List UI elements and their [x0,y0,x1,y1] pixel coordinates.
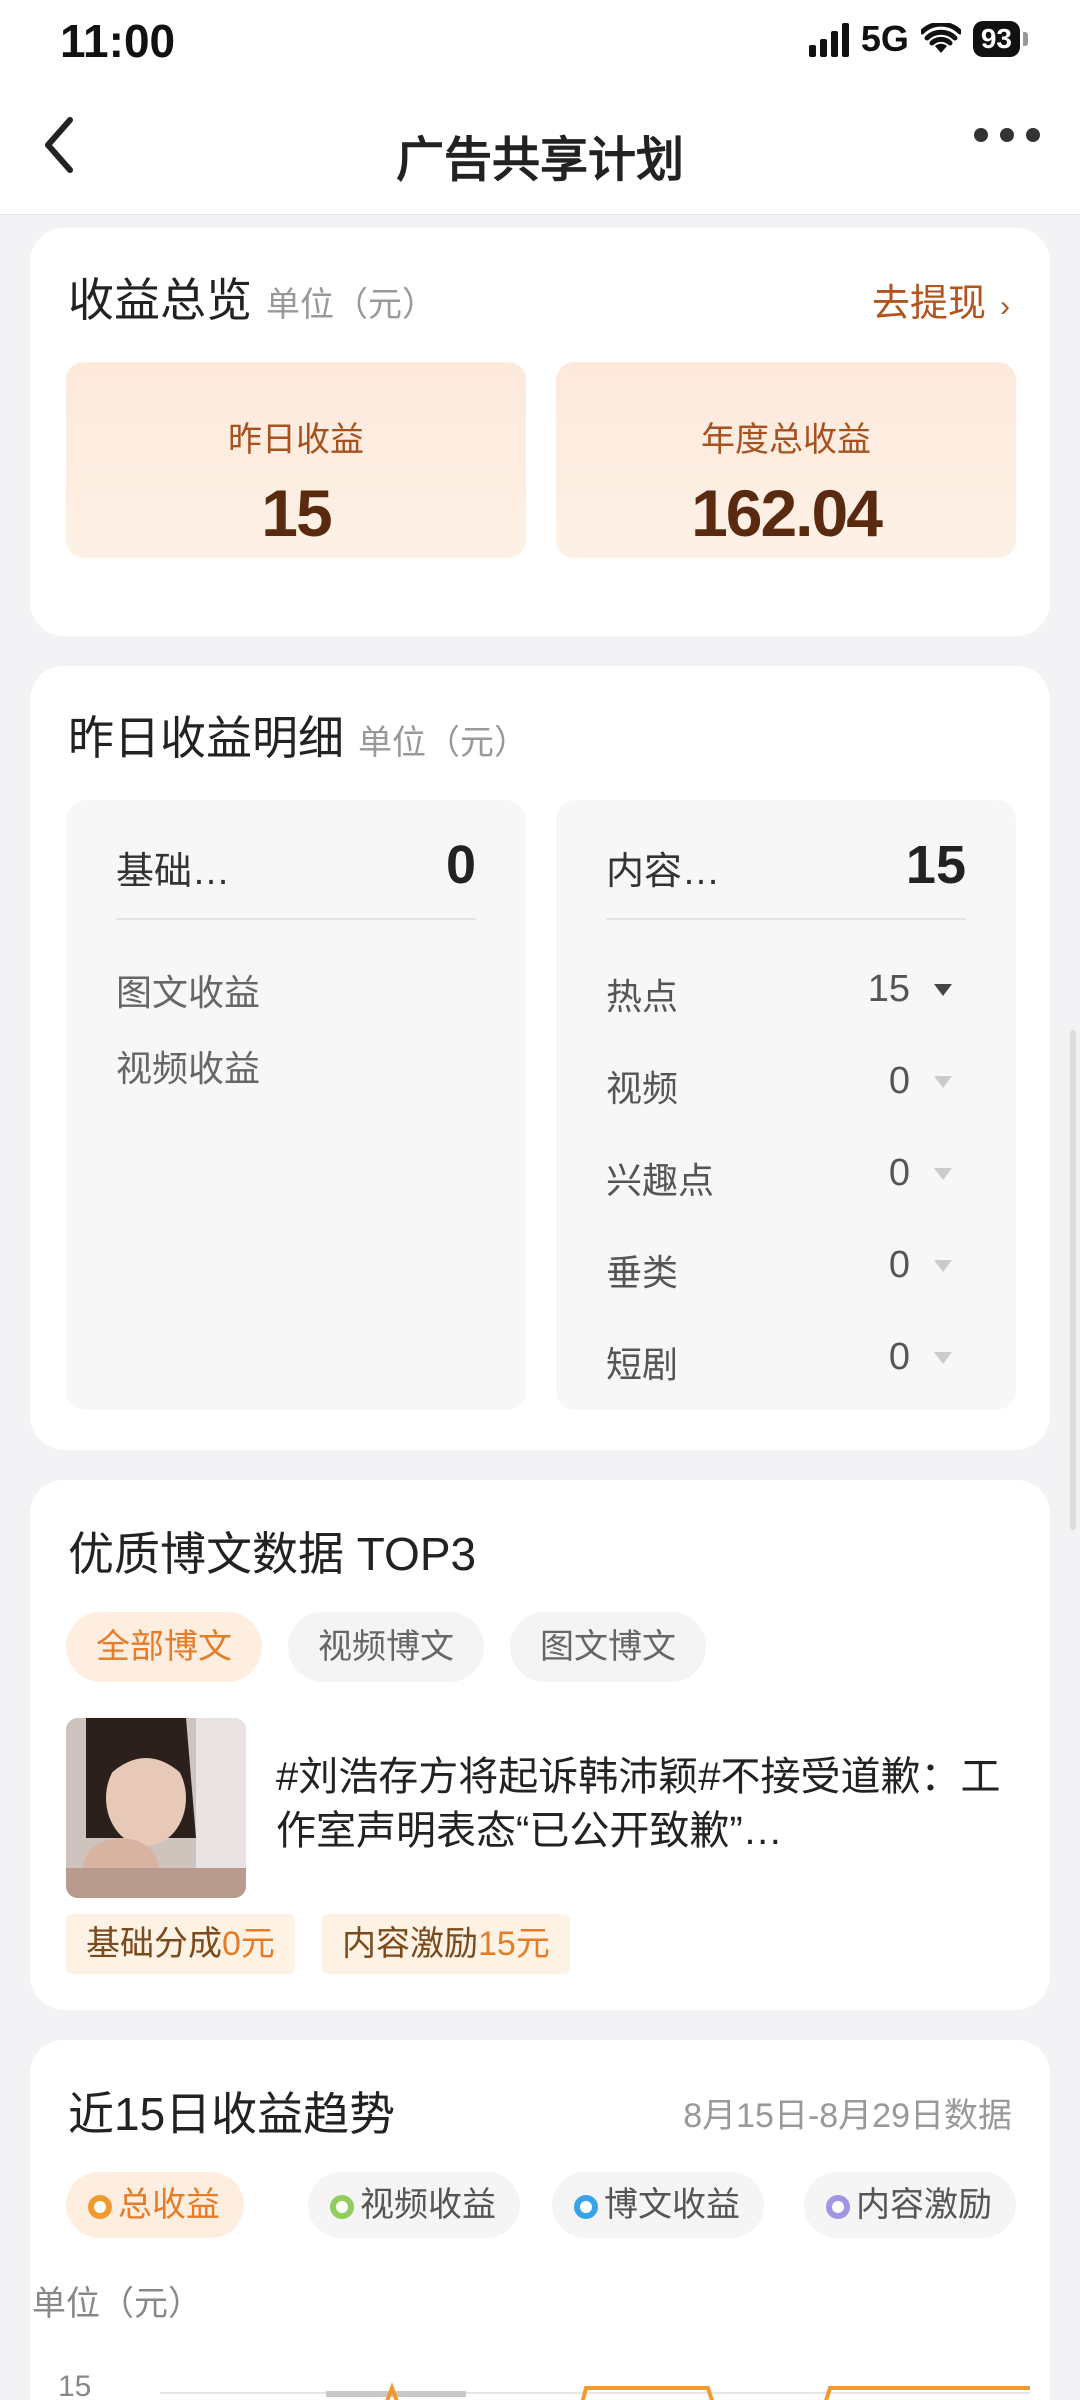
content-incentive-value: 15元 [478,1925,550,1963]
annual-earnings-label: 年度总收益 [701,421,871,459]
legend-label: 内容激励 [856,2186,992,2224]
row-value: 0 [888,1244,910,1286]
row-label: 短剧 [606,1344,679,1385]
more-options-icon[interactable] [974,128,1040,142]
post-thumbnail[interactable] [66,1718,246,1898]
content-earnings-label: 内容… [606,851,721,893]
caret-down-icon[interactable] [934,1260,952,1272]
content-incentive-label: 内容激励 [342,1925,478,1963]
trend-title: 近15日收益趋势 [68,2088,396,2140]
post-thumbnail-image [66,1718,246,1898]
basic-share-tag: 基础分成0元 [66,1914,295,1974]
page-title: 广告共享计划 [395,134,684,187]
detail-unit: 单位（元） [358,724,528,762]
caret-down-icon[interactable] [934,1076,952,1088]
battery-indicator: 93 [972,21,1029,57]
legend-label: 博文收益 [604,2186,740,2224]
annual-earnings-value: 162.04 [691,476,883,550]
yesterday-earnings-value: 15 [261,476,332,550]
annual-earnings-box: 年度总收益 162.04 [556,362,1016,558]
content-row-interest[interactable]: 兴趣点 0 [606,1152,966,1202]
content-earnings-header: 内容… 15 [606,835,966,920]
content-incentive-tag: 内容激励15元 [322,1914,570,1974]
image-text-earnings-label: 图文收益 [116,972,261,1013]
earnings-overview-card: 收益总览 单位（元） 去提现 › 昨日收益 15 年度总收益 162.04 [30,228,1050,636]
content-row-vertical[interactable]: 垂类 0 [606,1244,966,1294]
scrollbar[interactable] [1070,1030,1076,1530]
cellular-signal-icon [808,21,849,57]
tab-video-posts[interactable]: 视频博文 [288,1612,484,1682]
chevron-right-icon: › [1000,290,1010,323]
content-row-hotspot[interactable]: 热点 15 [606,968,966,1018]
row-value: 0 [888,1336,910,1378]
yesterday-detail-card: 昨日收益明细 单位（元） 基础… 0 图文收益 视频收益 内容… 15 热点 15… [30,666,1050,1450]
basic-earnings-panel: 基础… 0 图文收益 视频收益 [66,800,526,1410]
yesterday-earnings-label: 昨日收益 [228,421,364,459]
detail-title: 昨日收益明细 单位（元） [68,702,528,768]
basic-earnings-value: 0 [445,835,476,895]
detail-title-text: 昨日收益明细 [68,712,344,764]
row-label: 垂类 [606,1252,679,1293]
tab-image-posts[interactable]: 图文博文 [510,1612,706,1682]
legend-post-earnings[interactable]: 博文收益 [552,2172,764,2238]
caret-down-icon[interactable] [934,984,952,996]
legend-label: 总收益 [118,2186,220,2224]
status-icons: 5G 93 [808,18,1029,60]
legend-video-earnings[interactable]: 视频收益 [308,2172,520,2238]
legend-content-incentive[interactable]: 内容激励 [804,2172,1016,2238]
overview-unit: 单位（元） [266,286,436,324]
row-value: 0 [888,1060,910,1102]
top-bar: 11:00 5G 93 广告共享计划 [0,0,1080,215]
wifi-icon [920,23,961,53]
basic-share-label: 基础分成 [86,1925,222,1963]
legend-dot-icon [88,2195,112,2219]
withdraw-label: 去提现 [871,283,986,325]
chart-unit-label: 单位（元） [32,2285,202,2323]
top-posts-title: 优质博文数据 TOP3 [68,1528,477,1580]
content-row-video[interactable]: 视频 0 [606,1060,966,1110]
content-row-short-drama[interactable]: 短剧 0 [606,1336,966,1386]
caret-down-icon[interactable] [934,1352,952,1364]
basic-share-value: 0元 [222,1925,275,1963]
yesterday-earnings-box: 昨日收益 15 [66,362,526,558]
legend-label: 视频收益 [360,2186,496,2224]
trend-date-range: 8月15日-8月29日数据 [683,2097,1012,2135]
network-type: 5G [860,18,909,59]
overview-title-text: 收益总览 [68,274,252,326]
basic-earnings-header: 基础… 0 [116,835,476,920]
withdraw-link[interactable]: 去提现 › [872,272,1010,327]
row-value: 0 [888,1152,910,1194]
top-posts-card: 优质博文数据 TOP3 全部博文 视频博文 图文博文 #刘浩存方将起诉韩沛颖#不… [30,1480,1050,2010]
row-label: 兴趣点 [606,1160,715,1201]
post-title[interactable]: #刘浩存方将起诉韩沛颖#不接受道歉：工作室声明表态“已公开致歉”… [276,1750,1016,1858]
legend-dot-icon [330,2195,354,2219]
tab-all-posts[interactable]: 全部博文 [66,1612,262,1682]
legend-dot-icon [574,2195,598,2219]
content-earnings-panel: 内容… 15 热点 15 视频 0 兴趣点 0 垂类 0 短剧 0 [556,800,1016,1410]
overview-title: 收益总览 单位（元） [68,264,436,330]
caret-down-icon[interactable] [934,1168,952,1180]
legend-dot-icon [826,2195,850,2219]
content-earnings-value: 15 [905,835,966,895]
row-label: 热点 [606,976,679,1017]
trend-card: 近15日收益趋势 8月15日-8月29日数据 总收益 视频收益 博文收益 内容激… [30,2040,1050,2400]
row-value: 15 [867,968,910,1010]
basic-earnings-label: 基础… [116,851,231,893]
status-time: 11:00 [60,15,176,67]
trend-chart [160,2382,1030,2400]
row-label: 视频 [606,1068,679,1109]
legend-total-earnings[interactable]: 总收益 [66,2172,244,2238]
video-earnings-label: 视频收益 [116,1048,261,1089]
